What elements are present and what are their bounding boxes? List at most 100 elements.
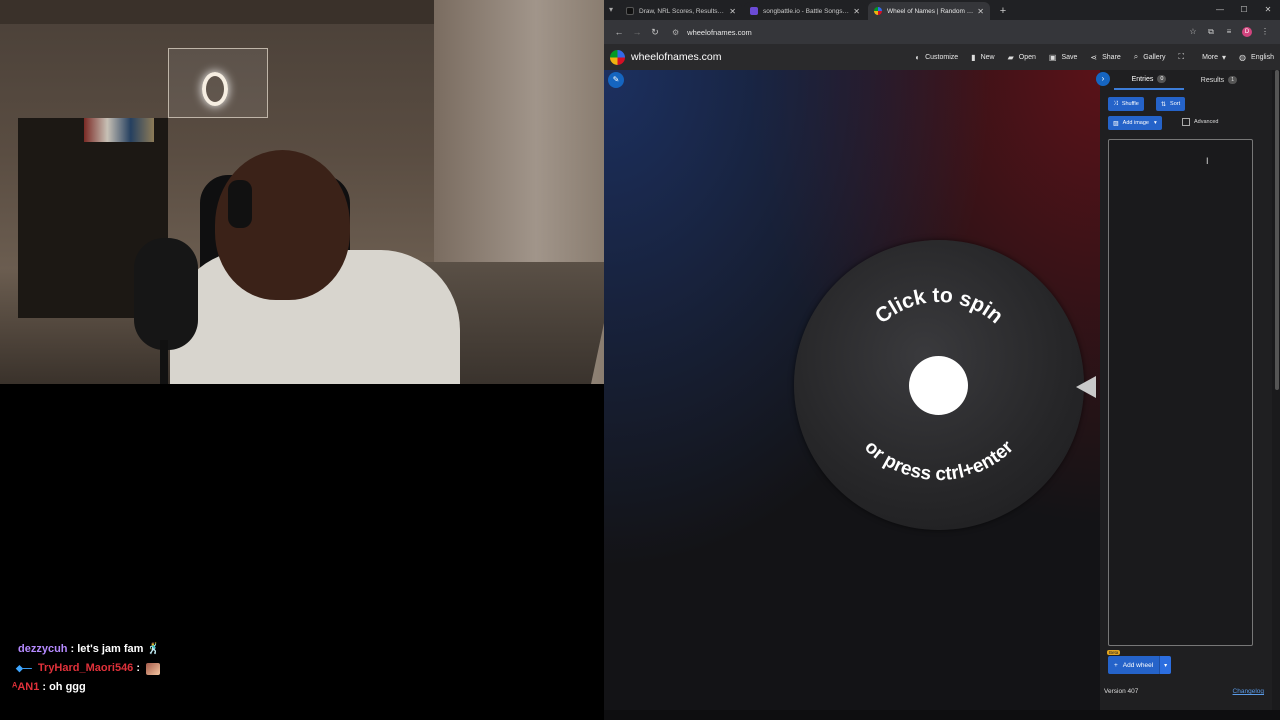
chevron-down-icon: ▾ [1153, 120, 1157, 126]
menu-label: Open [1018, 53, 1036, 61]
close-window-icon[interactable]: ✕ [1256, 0, 1280, 20]
add-wheel-control: + Add wheel ▾ [1108, 656, 1172, 674]
entries-panel: › Entries 0 Results 1 ⤨ Shuffle ⇅ Sort ▨ Ad… [1096, 70, 1272, 710]
chat-overlay: dezzycuh : let's jam fam 🕺 ◆— TryHard_Ma… [0, 640, 600, 697]
chevron-right-icon[interactable]: › [1096, 72, 1110, 86]
microphone-arm [160, 340, 168, 384]
entries-textarea[interactable]: I [1108, 139, 1253, 646]
page-scrollbar[interactable] [1274, 70, 1280, 710]
site-title[interactable]: wheelofnames.com [631, 51, 721, 63]
customize-button[interactable]: ◐ Customize [915, 52, 958, 62]
close-icon[interactable]: ✕ [977, 7, 984, 16]
chevron-down-icon: ▾ [1222, 52, 1227, 62]
favicon-icon [626, 7, 634, 15]
tab-entries[interactable]: Entries 0 [1114, 70, 1184, 90]
menu-label: More [1202, 53, 1219, 61]
edit-pencil-icon[interactable]: ✎ [608, 72, 624, 88]
chat-username: TryHard_Maori546 [37, 662, 134, 674]
browser-tab[interactable]: Draw, NRL Scores, Results, 2025 ✕ [620, 2, 742, 20]
image-icon: ▨ [1113, 120, 1119, 127]
reload-icon[interactable]: ↻ [646, 27, 664, 38]
new-button[interactable]: ▮ New [971, 52, 994, 62]
file-icon: ▮ [971, 52, 976, 62]
emote-icon [145, 662, 160, 675]
chat-message: ᴬAN1 : oh ggg [0, 678, 600, 697]
chat-username: ᴬAN1 [12, 681, 40, 693]
tab-strip: ▾ Draw, NRL Scores, Results, 2025 ✕ song… [604, 0, 1280, 20]
back-icon[interactable]: ← [610, 27, 628, 37]
menu-label: Gallery [1143, 53, 1166, 61]
add-wheel-button[interactable]: + Add wheel [1108, 656, 1160, 674]
button-label: Shuffle [1121, 101, 1139, 107]
logo-icon[interactable] [610, 49, 625, 65]
wheel-bottom-text: or press ctrl+enter [860, 436, 1018, 485]
url-field[interactable]: ⚙ wheelofnames.com [672, 23, 1184, 41]
menu-label: Save [1061, 53, 1078, 61]
menu-label: Share [1102, 53, 1121, 61]
language-button[interactable]: ◍ English [1239, 52, 1274, 62]
chat-username: dezzycuh [18, 643, 68, 655]
books [84, 118, 154, 142]
forward-icon[interactable]: → [628, 27, 646, 37]
share-button[interactable]: ⋖ Share [1090, 52, 1120, 62]
fullscreen-button[interactable]: ⛶ [1178, 52, 1189, 62]
badge-icon: ◆— [16, 663, 32, 673]
gallery-button[interactable]: ⌕ Gallery [1134, 52, 1166, 62]
chat-message: ◆— TryHard_Maori546 : [0, 659, 600, 678]
advanced-toggle[interactable]: Advanced [1182, 118, 1218, 126]
wheel-stage: ✎ Click to spin or press ctrl+enter [604, 70, 1100, 710]
add-image-button[interactable]: ▨ Add image ▾ [1108, 116, 1162, 130]
search-icon: ⌕ [1133, 52, 1139, 61]
spin-wheel[interactable]: Click to spin or press ctrl+enter [794, 240, 1084, 530]
url-text: wheelofnames.com [687, 27, 752, 37]
more-button[interactable]: More ▾ [1202, 52, 1226, 62]
close-icon[interactable]: ✕ [853, 7, 860, 16]
profile-avatar[interactable]: D [1242, 27, 1252, 37]
chevron-down-icon[interactable]: ▾ [1159, 656, 1172, 674]
tab-title: songbattle.io - Battle Songs ag [763, 7, 850, 15]
maximize-icon[interactable]: ☐ [1232, 0, 1256, 20]
sort-button[interactable]: ⇅ Sort [1156, 97, 1186, 111]
button-label: Sort [1170, 101, 1181, 107]
checkbox-label: Advanced [1194, 119, 1219, 125]
plus-icon: + [1114, 661, 1118, 669]
open-button[interactable]: ▰ Open [1008, 52, 1036, 62]
browser-tab[interactable]: songbattle.io - Battle Songs ag ✕ [744, 2, 866, 20]
minimize-icon[interactable]: — [1208, 0, 1232, 20]
sort-icon: ⇅ [1161, 101, 1167, 108]
save-icon: ▣ [1048, 52, 1057, 62]
app-header: wheelofnames.com ◐ Customize ▮ New ▰ Open ▣… [604, 44, 1280, 70]
site-info-icon[interactable]: ⚙ [672, 28, 679, 37]
menu-label: New [980, 53, 995, 61]
tab-title: Draw, NRL Scores, Results, 2025 [639, 7, 725, 15]
new-tab-icon[interactable]: + [994, 2, 1012, 20]
beta-badge: Beta [1107, 650, 1121, 655]
webcam-feed [0, 0, 604, 384]
button-label: Add wheel [1122, 661, 1154, 669]
media-icon[interactable]: ≡ [1220, 27, 1238, 37]
microphone [134, 238, 198, 350]
changelog-link[interactable]: Changelog [1233, 688, 1264, 695]
browser-tab-active[interactable]: Wheel of Names | Random name ✕ [868, 2, 990, 20]
bookmark-star-icon[interactable]: ☆ [1184, 27, 1202, 37]
button-label: Add image [1122, 120, 1149, 126]
chat-text: : [136, 662, 140, 674]
save-button[interactable]: ▣ Save [1049, 52, 1078, 62]
extensions-icon[interactable]: ⧉ [1202, 27, 1220, 37]
version-text: Version 407 [1104, 688, 1139, 695]
wheel-center-hub[interactable] [909, 356, 968, 415]
count-badge: 1 [1228, 76, 1238, 84]
wheel-top-text: Click to spin [871, 284, 1007, 328]
tab-label: Entries [1131, 75, 1154, 83]
kebab-menu-icon[interactable]: ⋮ [1256, 27, 1274, 37]
scrollbar-thumb[interactable] [1275, 70, 1279, 390]
tab-results[interactable]: Results 1 [1184, 70, 1254, 90]
advanced-checkbox[interactable] [1182, 118, 1190, 126]
count-badge: 0 [1157, 75, 1167, 83]
text-cursor-icon: I [1206, 156, 1209, 166]
tab-search-icon[interactable]: ▾ [604, 0, 618, 20]
chat-text: : let's jam fam 🕺 [70, 643, 161, 655]
share-icon: ⋖ [1090, 52, 1098, 62]
close-icon[interactable]: ✕ [729, 7, 736, 16]
shuffle-button[interactable]: ⤨ Shuffle [1108, 97, 1144, 111]
